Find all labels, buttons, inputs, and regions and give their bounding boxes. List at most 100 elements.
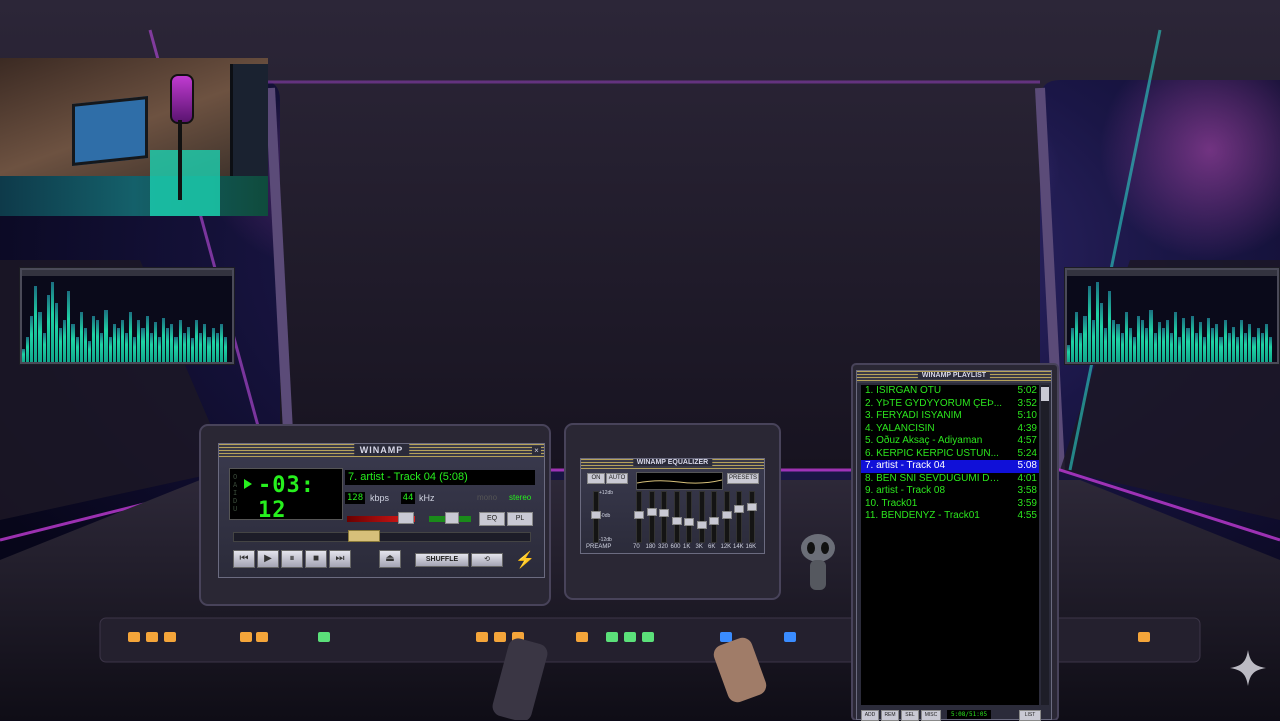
visualizer-bar [157, 336, 162, 362]
visualizer-bar [1182, 318, 1186, 362]
visualizer-bar [1227, 332, 1231, 362]
eq-band-320-knob[interactable] [659, 509, 669, 518]
playlist-item[interactable]: 9. artist - Track 08 3:58 [861, 485, 1039, 498]
playlist-item-duration: 3:58 [1017, 485, 1037, 496]
volume-knob[interactable] [398, 512, 415, 524]
eq-band-label: 14K [733, 544, 744, 550]
eq-band-6K-knob[interactable] [709, 517, 719, 526]
playlist-item[interactable]: 1. ISIRGAN OTU 5:02 [861, 385, 1039, 398]
playlist-scroll-knob[interactable] [1041, 387, 1049, 401]
playlist-item[interactable]: 3. FERYADI ISYANIM 5:10 [861, 410, 1039, 423]
eq-band-14K-slider[interactable] [736, 491, 742, 543]
visualizer-bar [223, 336, 227, 362]
playlist-item[interactable]: 5. Oðuz Aksaç - Adiyaman 4:57 [861, 435, 1039, 448]
playlist-item[interactable]: 8. BEN SNI SEVDUGUMI DU... 4:01 [861, 473, 1039, 486]
visualizer-bar [1149, 309, 1153, 362]
winamp-titlebar[interactable]: WINAMP [219, 444, 544, 458]
eq-band-180-knob[interactable] [646, 507, 657, 516]
seek-knob[interactable] [348, 530, 381, 542]
visualizer-bar [1095, 282, 1099, 362]
visualizer-bar [1116, 324, 1120, 362]
playlist-scrollbar[interactable] [1041, 385, 1049, 705]
visualizer-bar [100, 332, 104, 362]
elapsed-time[interactable]: -03: 12 [258, 473, 342, 523]
eq-presets-button[interactable]: PRESETS [727, 473, 759, 484]
preamp-knob[interactable] [591, 510, 601, 519]
eject-button[interactable]: ⏏ [379, 550, 401, 568]
console-light [720, 632, 732, 642]
eq-band-label: 320 [658, 544, 669, 550]
equalizer-titlebar[interactable]: WINAMP EQUALIZER [581, 459, 764, 469]
winamp-logo-icon[interactable]: ⚡ [515, 550, 535, 569]
visualizer-bar [1198, 321, 1202, 362]
stop-button[interactable]: ■ [305, 550, 327, 568]
playlist-item-duration: 4:39 [1017, 422, 1037, 434]
eq-band-3K-knob[interactable] [696, 520, 707, 529]
play-button[interactable]: ▶ [257, 550, 279, 568]
visualizer-bar [38, 311, 42, 362]
bitrate-unit: kbps [370, 493, 390, 503]
eq-band-label: 600 [670, 544, 681, 550]
playlist-item[interactable]: 4. YALANCISIN 4:39 [861, 423, 1039, 436]
balance-knob[interactable] [445, 512, 459, 524]
visualizer-bar [133, 336, 137, 362]
previous-button[interactable]: ⏮ [233, 550, 255, 568]
visualizer-bar [1108, 290, 1112, 362]
mic-stand [178, 120, 182, 200]
eq-band-label: 6K [708, 544, 716, 550]
eq-auto-toggle[interactable]: AUTO [606, 473, 628, 484]
visualizer-bar [1141, 320, 1145, 362]
visualizer-bar [1190, 315, 1194, 362]
next-button[interactable]: ⏭ [329, 550, 351, 568]
playlist-item-duration: 4:55 [1017, 510, 1037, 521]
playlist-item[interactable]: 6. KERPIC KERPIC USTUN... 5:24 [861, 448, 1039, 461]
visualizer-bar [1170, 332, 1174, 362]
eq-band-14K-knob[interactable] [734, 505, 744, 514]
playlist-item[interactable]: 2. YÞTE GYDÝYORUM ÇEÞ... 3:52 [861, 398, 1039, 411]
time-display[interactable]: OAIDU -03: 12 [229, 468, 343, 523]
playlist-item[interactable]: 7. artist - Track 04 5:08 [861, 460, 1039, 473]
eq-band-12K-knob[interactable] [721, 510, 732, 519]
visualizer-titlebar [22, 270, 232, 276]
playlist-remove-button[interactable]: REM [881, 710, 899, 721]
playlist-list[interactable]: 1. ISIRGAN OTU 5:02 2. YÞTE GYDÝYORUM ÇEÞ.… [861, 385, 1039, 705]
eq-band-70-knob[interactable] [634, 510, 644, 519]
playlist-item[interactable]: 10. Track01 3:59 [861, 498, 1039, 511]
eq-band-16K-slider[interactable] [748, 491, 755, 543]
track-title-display: 7. artist - Track 04 (5:08) [345, 470, 535, 485]
playlist-misc-button[interactable]: MISC [921, 710, 941, 721]
visualizer-bar [141, 328, 145, 362]
playlist-item-title: 9. artist - Track 08 [865, 485, 946, 496]
visualizer-bar [203, 324, 207, 362]
playlist-item-title: 7. artist - Track 04 [865, 460, 946, 471]
seek-bar[interactable] [233, 532, 531, 542]
eq-band-16K-knob[interactable] [746, 503, 757, 512]
pause-button[interactable]: ⏸ [281, 550, 303, 568]
visualizer-bar [54, 303, 59, 362]
playlist-add-button[interactable]: ADD [861, 710, 879, 721]
eq-band-3K-slider[interactable] [698, 491, 705, 543]
playlist-item[interactable]: 11. BENDENYZ - Track01 4:55 [861, 510, 1039, 523]
playlist-select-button[interactable]: SEL [901, 710, 919, 721]
eq-band-600-knob[interactable] [671, 516, 682, 525]
eq-band-180-slider[interactable] [648, 491, 655, 543]
playlist-item-duration: 4:57 [1017, 435, 1037, 446]
playlist-titlebar[interactable]: WINAMP PLAYLIST [857, 371, 1051, 383]
pl-toggle-button[interactable]: PL [507, 512, 533, 526]
console-light [146, 632, 158, 642]
eq-on-toggle[interactable]: ON [587, 473, 605, 484]
close-button[interactable]: × [532, 446, 541, 455]
visualizer-bar [1137, 315, 1141, 362]
console-light [576, 632, 588, 642]
visualizer-bar [145, 315, 149, 362]
eq-band-1K-knob[interactable] [684, 518, 694, 527]
shuffle-button[interactable]: SHUFFLE [415, 553, 469, 567]
visualizer-bar [1091, 320, 1095, 362]
visualizer-right [1065, 268, 1279, 364]
playlist-list-button[interactable]: LIST [1019, 710, 1041, 721]
playlist-title: WINAMP PLAYLIST [917, 372, 991, 379]
visualizer-bar [1083, 315, 1087, 362]
eq-toggle-button[interactable]: EQ [479, 512, 505, 526]
eq-band-1K-slider[interactable] [686, 491, 692, 543]
repeat-button[interactable]: ⟲ [471, 553, 503, 567]
